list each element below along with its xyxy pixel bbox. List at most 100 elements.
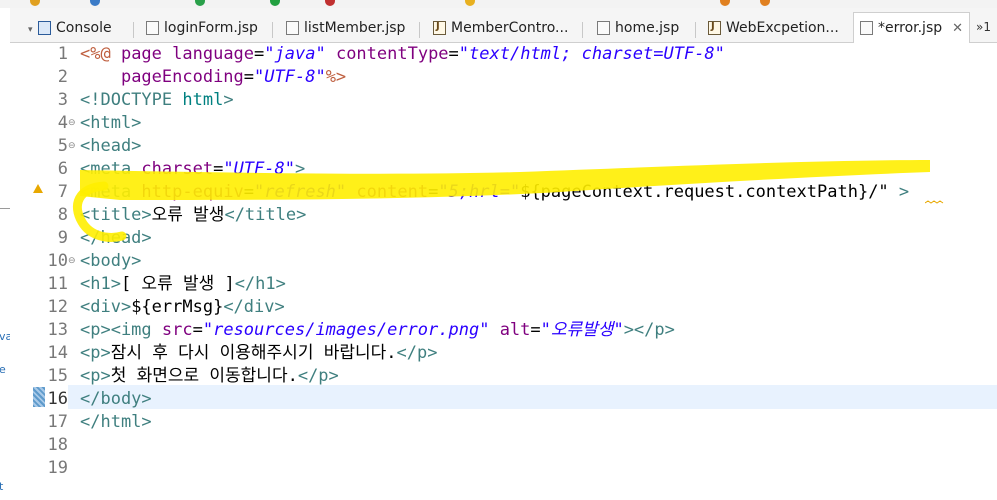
code-token: src	[161, 320, 193, 340]
toolbar-icon[interactable]	[30, 0, 40, 6]
line-number: 9	[57, 228, 68, 248]
code-line: <meta http-equiv="refresh" content="5;hr…	[80, 181, 909, 204]
tab-webexception[interactable]: WebExcpetion...	[708, 15, 839, 41]
code-token: pageEncoding	[120, 67, 244, 87]
fold-toggle-icon[interactable]: ⊖	[68, 118, 76, 128]
code-token: html	[182, 90, 224, 110]
tab-label: home.jsp	[615, 20, 680, 36]
code-token: <html>	[80, 113, 142, 133]
line-number: 13	[47, 320, 68, 340]
code-token: "5;hrl="	[438, 182, 521, 202]
code-token: <meta	[80, 159, 142, 179]
tab-label: *error.jsp	[878, 20, 943, 36]
code-token: charset	[141, 159, 214, 179]
console-icon	[38, 21, 51, 35]
code-line: <title>오류 발생</title>	[80, 204, 306, 227]
code-line: pageEncoding="UTF-8"%>	[80, 66, 346, 89]
code-token: "UTF-8"	[223, 159, 295, 179]
code-token: language	[172, 44, 255, 64]
line-number: 15	[47, 366, 68, 386]
file-icon	[146, 21, 159, 35]
code-token: >	[898, 182, 910, 202]
fold-toggle-icon[interactable]: ⊖	[68, 141, 76, 151]
code-token: =	[213, 159, 224, 179]
code-token: >	[223, 90, 234, 110]
line-number: 2	[57, 67, 68, 87]
line-number: 8	[57, 205, 68, 225]
code-token: <title>	[80, 205, 152, 225]
code-token: </h1>	[234, 274, 286, 294]
toolbar-icon[interactable]	[760, 0, 770, 6]
fold-toggle-icon[interactable]: ⊖	[68, 256, 76, 266]
tab-error-jsp[interactable]: *error.jsp ✕	[853, 12, 971, 43]
code-token: </div>	[223, 297, 285, 317]
toolbar-icon[interactable]	[90, 0, 100, 6]
code-token: 잠시 후 다시 이용해주시기 바랍니다.	[110, 343, 397, 363]
spelling-squiggle	[925, 200, 944, 204]
line-number: 11	[47, 274, 68, 294]
code-token: </head>	[80, 228, 152, 248]
current-line-highlight	[68, 385, 997, 409]
toolbar-icon[interactable]	[720, 0, 730, 6]
line-number: 3	[57, 90, 68, 110]
tab-home[interactable]: home.jsp	[597, 15, 679, 41]
code-token: <p>	[80, 366, 111, 386]
code-token: ></p>	[623, 320, 675, 340]
toolbar-icon[interactable]	[195, 0, 205, 6]
line-number: 19	[47, 458, 68, 478]
code-token: [ 오류 발생 ]	[120, 274, 235, 294]
line-number: 4	[57, 113, 68, 133]
code-token: 첫 화면으로 이동합니다.	[110, 366, 298, 386]
code-token: </body>	[80, 389, 152, 409]
code-token: page	[120, 44, 173, 64]
code-line: <!DOCTYPE html>	[80, 89, 234, 112]
code-token: <body>	[80, 251, 142, 271]
code-token: <p>	[80, 343, 111, 363]
code-line: </html>	[80, 411, 152, 434]
tab-overflow-button[interactable]: »1	[976, 20, 991, 34]
toolbar-icon[interactable]	[465, 0, 475, 6]
file-icon	[286, 21, 299, 35]
tab-console[interactable]: Console	[38, 15, 112, 41]
view-menu-icon[interactable]: ▾	[28, 25, 33, 35]
code-line: <%@ page language="java" contentType="te…	[80, 43, 725, 66]
code-line: <p>잠시 후 다시 이용해주시기 바랍니다.</p>	[80, 342, 437, 365]
tab-label: loginForm.jsp	[164, 20, 258, 36]
code-token: <head>	[80, 136, 142, 156]
tab-label: listMember.jsp	[304, 20, 406, 36]
file-icon	[860, 21, 873, 35]
tab-membercontroller[interactable]: MemberContro...	[433, 15, 568, 41]
tab-listmember[interactable]: listMember.jsp	[286, 15, 405, 41]
code-token: =	[530, 320, 541, 340]
java-file-icon	[433, 21, 446, 35]
line-number: 12	[47, 297, 68, 317]
divider	[0, 208, 10, 209]
overview-ruler	[10, 43, 32, 500]
code-token: <meta	[80, 182, 142, 202]
code-line: <body>	[80, 250, 141, 273]
code-line: <div>${errMsg}</div>	[80, 296, 285, 319]
code-line: <meta charset="UTF-8">	[80, 158, 305, 181]
java-file-icon	[708, 21, 721, 35]
code-line: <p><img src="resources/images/error.png"…	[80, 319, 675, 342]
code-token: http-equiv	[141, 182, 244, 202]
line-number: 17	[47, 412, 68, 432]
code-line: <p>첫 화면으로 이동합니다.</p>	[80, 365, 339, 388]
code-token: "오류발생"	[540, 320, 624, 340]
code-token: <!DOCTYPE	[80, 90, 183, 110]
close-icon[interactable]: ✕	[952, 21, 963, 36]
code-token: =	[192, 320, 203, 340]
code-token: =	[254, 44, 265, 64]
tab-label: Console	[56, 20, 112, 36]
tab-loginform[interactable]: loginForm.jsp	[146, 15, 258, 41]
code-token: <h1>	[80, 274, 121, 294]
code-token: "resources/images/error.png"	[202, 320, 490, 340]
tab-label: WebExcpetion...	[726, 20, 839, 36]
stop-icon[interactable]	[325, 0, 335, 6]
editor-tab-bar: ▾ Console loginForm.jsp listMember.jsp M…	[10, 8, 997, 43]
left-panel-label: t	[0, 480, 4, 493]
run-icon[interactable]	[270, 0, 280, 6]
